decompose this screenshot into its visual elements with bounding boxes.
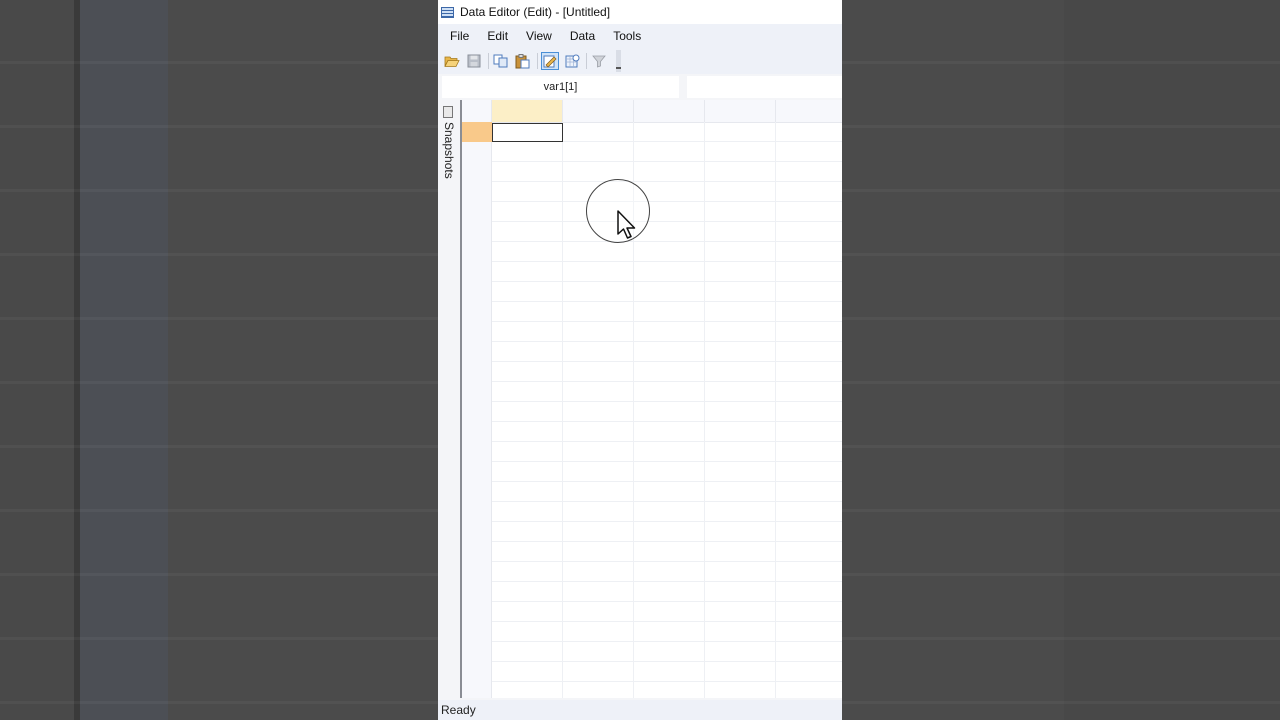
grid-cells[interactable] (492, 122, 842, 698)
toolbar-overflow-grip[interactable] (616, 50, 621, 72)
save-icon[interactable] (465, 52, 483, 70)
data-editor-icon (441, 6, 454, 18)
window-title: Data Editor (Edit) - [Untitled] (460, 5, 611, 19)
column-header[interactable] (776, 100, 842, 122)
cell-value-input[interactable] (687, 76, 842, 98)
column-header[interactable] (634, 100, 705, 122)
paste-icon[interactable] (514, 52, 532, 70)
edit-mode-icon[interactable] (541, 52, 559, 70)
menu-edit[interactable]: Edit (481, 29, 514, 43)
toolbar-separator (537, 53, 538, 69)
snapshots-panel-tab[interactable]: Snapshots (438, 100, 462, 698)
menu-tools[interactable]: Tools (607, 29, 647, 43)
cell-bar: var1[1] (442, 76, 842, 98)
mouse-cursor-icon (617, 210, 636, 239)
title-bar: Data Editor (Edit) - [Untitled] (438, 0, 842, 24)
status-text: Ready (441, 703, 476, 717)
column-header[interactable] (705, 100, 776, 122)
filter-icon[interactable] (590, 52, 608, 70)
copy-icon[interactable] (492, 52, 510, 70)
data-editor-window: Data Editor (Edit) - [Untitled] File Edi… (438, 0, 842, 720)
column-header[interactable] (492, 100, 563, 122)
snapshots-icon (443, 106, 453, 118)
toolbar-separator (586, 53, 587, 69)
active-cell[interactable] (492, 123, 563, 142)
background-right (842, 0, 1280, 720)
snapshots-label: Snapshots (442, 122, 456, 179)
column-header-row (462, 100, 842, 123)
corner-header[interactable] (462, 100, 492, 122)
toolbar (438, 48, 842, 74)
row-header-selected[interactable] (462, 122, 492, 142)
column-header[interactable] (563, 100, 634, 122)
row-header-column[interactable] (462, 122, 492, 698)
menu-view[interactable]: View (520, 29, 558, 43)
browse-mode-icon[interactable] (563, 52, 581, 70)
status-bar: Ready (438, 700, 842, 720)
background-left (0, 0, 438, 720)
toolbar-separator (488, 53, 489, 69)
open-icon[interactable] (443, 52, 461, 70)
menu-data[interactable]: Data (564, 29, 601, 43)
cell-name-box: var1[1] (442, 76, 679, 98)
data-grid[interactable] (462, 100, 842, 698)
menu-file[interactable]: File (444, 29, 475, 43)
menu-bar: File Edit View Data Tools (438, 24, 842, 48)
